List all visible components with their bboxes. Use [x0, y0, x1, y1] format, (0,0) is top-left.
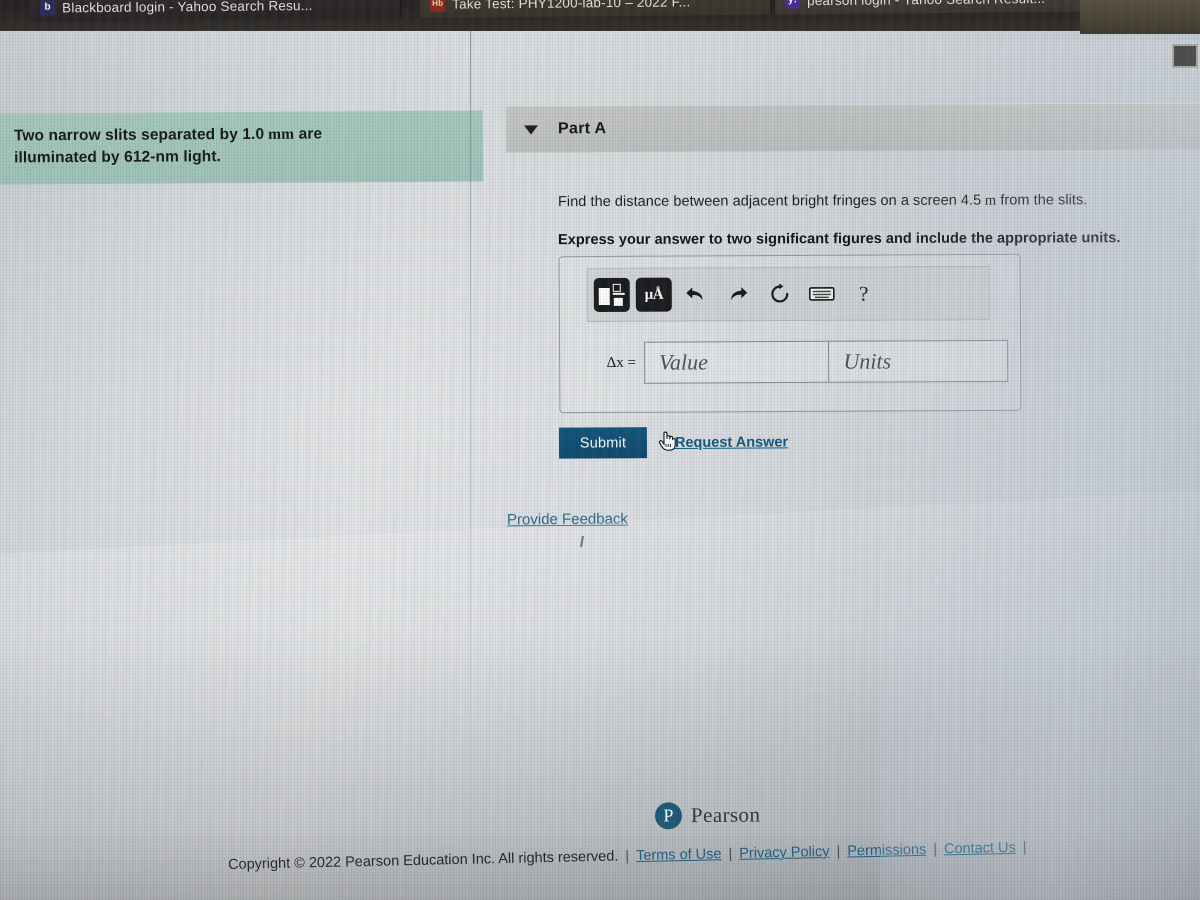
- browser-tab-strip: b Blackboard login - Yahoo Search Resu..…: [0, 0, 1200, 31]
- problem-statement-highlight: Two narrow slits separated by 1.0 mm are…: [0, 110, 484, 185]
- provide-feedback-link[interactable]: Provide Feedback: [507, 511, 628, 529]
- problem-pane: Two narrow slits separated by 1.0 mm are…: [0, 31, 484, 900]
- footer-separator-3: |: [836, 843, 841, 860]
- value-input-placeholder: Value: [658, 349, 708, 375]
- part-a-pane: Part A Find the distance between adjacen…: [471, 31, 1200, 900]
- chevron-down-icon[interactable]: [523, 124, 539, 134]
- problem-statement-text: Two narrow slits separated by 1.0 mm are…: [14, 123, 469, 171]
- submit-button[interactable]: Submit: [558, 427, 648, 459]
- footer-link-privacy-policy[interactable]: Privacy Policy: [739, 844, 830, 862]
- footer-link-contact-us[interactable]: Contact Us: [944, 840, 1016, 858]
- footer-separator-2: |: [728, 846, 733, 863]
- screenshot-root: b Blackboard login - Yahoo Search Resu..…: [0, 0, 1200, 900]
- footer-separator-4: |: [933, 841, 938, 858]
- answer-widget: µÅ ? Δx = Value Units: [558, 253, 1022, 414]
- footer-link-permissions[interactable]: Permissions: [847, 842, 926, 860]
- keyboard-icon[interactable]: [804, 277, 840, 311]
- browser-tab-2[interactable]: Hb Take Test: PHY1200-lab-10 – 2022 F...: [419, 0, 772, 18]
- browser-tab-1[interactable]: b Blackboard login - Yahoo Search Resu..…: [29, 0, 402, 22]
- redo-icon[interactable]: [720, 277, 756, 311]
- browser-tab-1-label: Blackboard login - Yahoo Search Resu...: [62, 0, 313, 15]
- help-icon[interactable]: ?: [846, 277, 882, 311]
- units-icon-label: µÅ: [644, 286, 664, 303]
- browser-tab-3-label: pearson login - Yahoo Search Result...: [807, 0, 1045, 8]
- question-text: Find the distance between adjacent brigh…: [558, 192, 1198, 211]
- request-answer-label: Request Answer: [674, 433, 789, 451]
- part-a-header[interactable]: Part A: [505, 102, 1200, 153]
- problem-line1-b: are: [298, 125, 323, 143]
- honorlock-icon: Hb: [430, 0, 446, 12]
- answer-actions: Submit Request Answer: [558, 426, 789, 459]
- question-text-b: from the slits.: [1000, 192, 1088, 209]
- units-icon[interactable]: µÅ: [635, 277, 672, 312]
- monitor-bezel-right: [1080, 0, 1200, 34]
- math-toolbar: µÅ ?: [586, 265, 990, 323]
- footer-link-terms-of-use[interactable]: Terms of Use: [636, 846, 722, 864]
- answer-input-row: Δx = Value Units: [568, 339, 1009, 385]
- question-text-a: Find the distance between adjacent brigh…: [557, 192, 982, 211]
- pearson-mark-icon: P: [654, 802, 683, 830]
- delta-x-label: Δx =: [606, 354, 636, 371]
- yahoo-icon: y!: [785, 0, 801, 8]
- footer-separator-1: |: [625, 848, 630, 865]
- browser-tab-3[interactable]: y! pearson login - Yahoo Search Result..…: [774, 0, 1107, 15]
- answer-instruction: Express your answer to two significant f…: [557, 230, 1121, 249]
- text-cursor-artifact: [580, 535, 584, 548]
- footer-separator-5: |: [1022, 839, 1027, 856]
- problem-line2: illuminated by 612-nm light.: [14, 148, 222, 167]
- problem-line1-unit: mm: [268, 125, 295, 143]
- question-unit: m: [984, 192, 997, 209]
- pearson-wordmark: Pearson: [690, 802, 761, 828]
- value-input[interactable]: Value: [643, 340, 829, 384]
- template-icon[interactable]: [593, 277, 630, 313]
- part-a-title: Part A: [557, 120, 607, 138]
- pearson-logo: P Pearson: [654, 802, 761, 830]
- reset-icon[interactable]: [762, 277, 798, 311]
- browser-tab-2-label: Take Test: PHY1200-lab-10 – 2022 F...: [452, 0, 691, 12]
- request-answer-link[interactable]: Request Answer: [658, 431, 789, 451]
- undo-icon[interactable]: [678, 277, 714, 311]
- units-input[interactable]: Units: [828, 339, 1009, 383]
- units-input-placeholder: Units: [843, 348, 892, 374]
- blackboard-icon: b: [40, 0, 56, 16]
- problem-line1-a: Two narrow slits separated by 1.0: [13, 125, 265, 145]
- help-icon-glyph: ?: [859, 281, 869, 306]
